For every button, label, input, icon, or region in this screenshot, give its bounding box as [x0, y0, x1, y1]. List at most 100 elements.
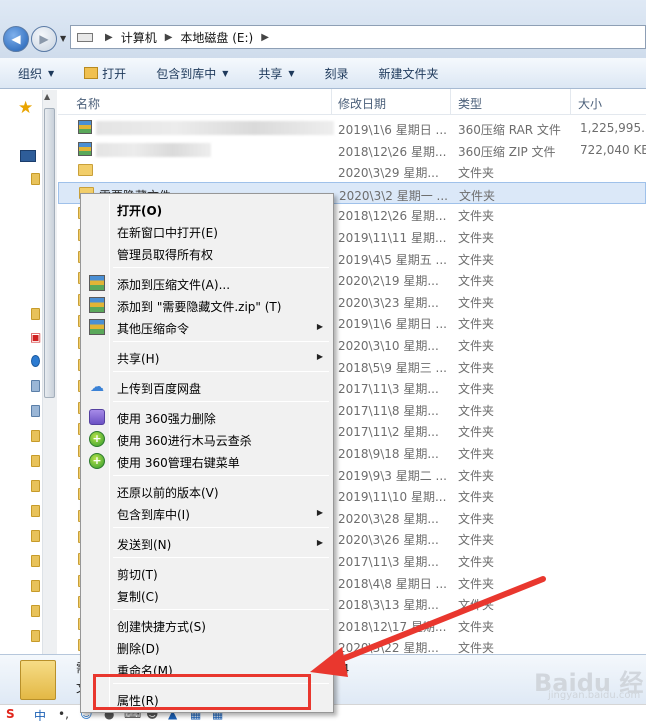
- submenu-arrow-icon: ▶: [316, 352, 323, 361]
- menu-item-share[interactable]: 共享(H) ▶: [83, 346, 331, 368]
- history-dropdown-icon[interactable]: ▼: [60, 34, 66, 43]
- folder-icon[interactable]: [31, 308, 40, 320]
- menu-item-open-new-window[interactable]: 在新窗口中打开(E): [83, 220, 331, 242]
- share-button[interactable]: 共享 ▼: [240, 58, 306, 88]
- cell-type: 360压缩 ZIP 文件: [458, 144, 556, 159]
- new-folder-button[interactable]: 新建文件夹: [361, 58, 451, 88]
- menu-label: 复制(C): [117, 590, 159, 604]
- submenu-arrow-icon: ▶: [316, 538, 323, 547]
- menu-label: 在新窗口中打开(E): [117, 226, 218, 240]
- folder-icon[interactable]: [31, 530, 40, 542]
- folder-icon[interactable]: [31, 605, 40, 617]
- sogou-icon[interactable]: S: [6, 707, 15, 721]
- column-type[interactable]: 类型: [458, 95, 482, 112]
- burn-label: 刻录: [324, 66, 349, 81]
- scroll-up-icon[interactable]: ▲: [44, 92, 50, 101]
- column-name[interactable]: 名称: [76, 95, 100, 112]
- breadcrumb-drive-e[interactable]: 本地磁盘 (E:): [180, 29, 253, 46]
- breadcrumb-separator-icon[interactable]: ▶: [165, 32, 173, 43]
- menu-item-other-compress[interactable]: 其他压缩命令 ▶: [83, 316, 331, 338]
- chevron-down-icon: ▼: [288, 68, 295, 78]
- organize-button[interactable]: 组织 ▼: [0, 58, 66, 88]
- menu-item-360-shred[interactable]: 使用 360强力删除: [83, 406, 331, 428]
- cell-type: 文件夹: [458, 360, 495, 375]
- menu-item-restore[interactable]: 还原以前的版本(V): [83, 480, 331, 502]
- ime-mode[interactable]: 中: [34, 707, 46, 721]
- globe-icon[interactable]: [31, 355, 40, 367]
- drive-icon[interactable]: [31, 405, 40, 417]
- favorites-star-icon[interactable]: ★: [18, 98, 33, 118]
- network-icon[interactable]: [31, 380, 40, 392]
- chevron-down-icon: ▼: [222, 68, 229, 78]
- menu-item-take-ownership[interactable]: 管理员取得所有权: [83, 242, 331, 264]
- archive-icon: [78, 141, 92, 156]
- breadcrumb-computer[interactable]: 计算机: [121, 29, 157, 46]
- folder-icon[interactable]: [31, 430, 40, 442]
- table-row[interactable]: 2019\1\6 星期日 ... 360压缩 RAR 文件 1,225,995...: [58, 117, 646, 139]
- menu-separator: [113, 401, 329, 402]
- folder-icon[interactable]: [31, 555, 40, 567]
- column-divider[interactable]: [450, 89, 451, 115]
- cell-type: 文件夹: [458, 490, 495, 505]
- menu-item-send-to[interactable]: 发送到(N) ▶: [83, 532, 331, 554]
- menu-item-add-archive[interactable]: 添加到压缩文件(A)...: [83, 272, 331, 294]
- column-divider[interactable]: [331, 89, 332, 115]
- cell-type: 文件夹: [458, 576, 495, 591]
- table-row[interactable]: 2018\12\26 星期... 360压缩 ZIP 文件 722,040 KB: [58, 139, 646, 161]
- menu-item-create-shortcut[interactable]: 创建快捷方式(S): [83, 614, 331, 636]
- open-button[interactable]: 打开: [66, 58, 138, 88]
- cell-type: 文件夹: [458, 447, 495, 461]
- cell-type: 文件夹: [458, 295, 495, 310]
- column-size[interactable]: 大小: [578, 95, 602, 112]
- burn-button[interactable]: 刻录: [307, 58, 361, 88]
- menu-separator: [113, 371, 329, 372]
- folder-icon[interactable]: [31, 480, 40, 492]
- menu-separator: [113, 267, 329, 268]
- folder-icon[interactable]: [31, 455, 40, 467]
- include-library-button[interactable]: 包含到库中 ▼: [138, 58, 240, 88]
- desktop-icon[interactable]: [20, 150, 36, 162]
- address-bar[interactable]: ▶ 计算机 ▶ 本地磁盘 (E:) ▶: [70, 25, 646, 49]
- punctuation-icon[interactable]: •,: [58, 707, 69, 721]
- menu-item-copy[interactable]: 复制(C): [83, 584, 331, 606]
- cell-type: 文件夹: [458, 598, 495, 613]
- table-row[interactable]: 2020\3\29 星期... 文件夹: [58, 160, 646, 182]
- cell-type: 文件夹: [458, 166, 495, 181]
- chevron-down-icon: ▼: [48, 68, 55, 78]
- menu-item-delete[interactable]: 删除(D): [83, 636, 331, 658]
- menu-item-cut[interactable]: 剪切(T): [83, 562, 331, 584]
- cell-date: 2020\3\28 星期...: [338, 511, 439, 526]
- menu-item-open[interactable]: 打开(O): [83, 198, 331, 220]
- menu-item-add-zip[interactable]: 添加到 "需要隐藏文件.zip" (T): [83, 294, 331, 316]
- command-bar: 组织 ▼ 打开 包含到库中 ▼ 共享 ▼ 刻录 新建文件夹: [0, 58, 646, 89]
- cell-date: 2018\12\26 星期...: [338, 144, 447, 159]
- cell-date: 2017\11\3 星期...: [338, 555, 439, 569]
- column-divider[interactable]: [570, 89, 571, 115]
- menu-separator: [113, 527, 329, 528]
- cell-date: 2020\3\2 星期一 ...: [339, 188, 448, 203]
- menu-label: 添加到 "需要隐藏文件.zip" (T): [117, 300, 282, 314]
- folder-icon[interactable]: [31, 630, 40, 642]
- nav-scrollbar-thumb[interactable]: [44, 108, 55, 398]
- cell-date: 2018\3\13 星期...: [338, 598, 439, 613]
- cell-date: 2017\11\8 星期...: [338, 403, 439, 418]
- menu-item-upload-baidu[interactable]: ☁ 上传到百度网盘: [83, 376, 331, 398]
- back-button[interactable]: ◀: [3, 26, 29, 52]
- folder-icon[interactable]: [31, 505, 40, 517]
- breadcrumb-separator-icon[interactable]: ▶: [261, 32, 269, 43]
- cell-type: 文件夹: [458, 382, 495, 397]
- menu-label: 发送到(N): [117, 538, 172, 552]
- cell-date: 2017\11\3 星期...: [338, 382, 439, 397]
- cell-type: 360压缩 RAR 文件: [458, 123, 561, 137]
- column-date[interactable]: 修改日期: [338, 95, 386, 112]
- menu-item-360-manage[interactable]: + 使用 360管理右键菜单: [83, 450, 331, 472]
- context-menu: 打开(O) 在新窗口中打开(E) 管理员取得所有权 添加到压缩文件(A)... …: [80, 193, 334, 713]
- cell-date: 2020\3\23 星期...: [338, 295, 439, 310]
- winrar-icon: [89, 297, 105, 313]
- menu-item-include-library[interactable]: 包含到库中(I) ▶: [83, 502, 331, 524]
- forward-button[interactable]: ▶: [31, 26, 57, 52]
- menu-item-360-scan[interactable]: + 使用 360进行木马云查杀: [83, 428, 331, 450]
- breadcrumb-separator-icon[interactable]: ▶: [105, 32, 113, 43]
- folder-icon[interactable]: [31, 580, 40, 592]
- folder-icon[interactable]: [31, 173, 40, 185]
